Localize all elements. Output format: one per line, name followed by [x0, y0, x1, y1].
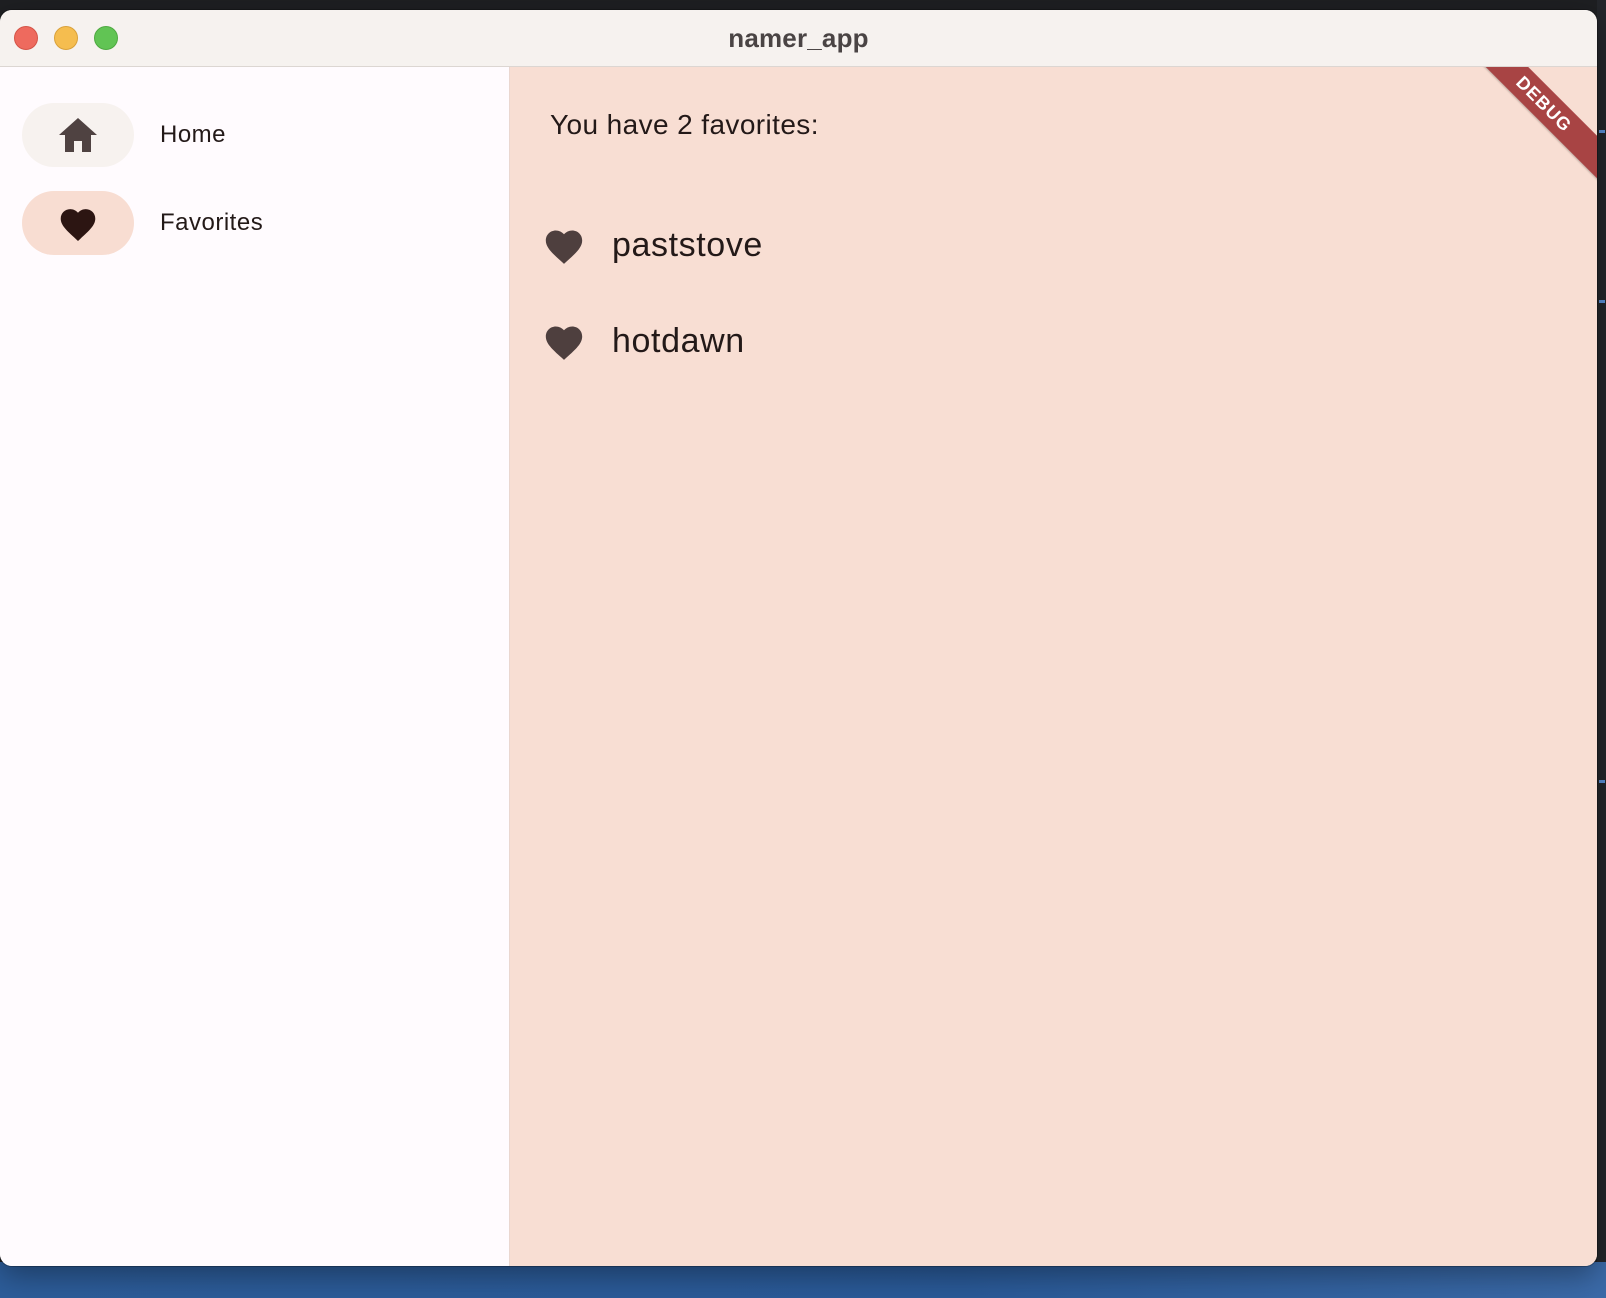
favorites-page: You have 2 favorites: paststove hotdawn — [510, 67, 1597, 1266]
favorite-list-item[interactable]: hotdawn — [542, 309, 763, 373]
nav-indicator-home — [22, 103, 134, 167]
home-icon — [59, 118, 97, 152]
heart-icon — [60, 209, 96, 241]
nav-label-home: Home — [160, 121, 227, 148]
favorite-list-item[interactable]: paststove — [542, 213, 763, 277]
maximize-window-button[interactable] — [94, 26, 118, 50]
heart-icon — [542, 321, 586, 361]
heart-icon — [542, 225, 586, 265]
nav-item-home[interactable]: Home — [22, 103, 226, 167]
close-window-button[interactable] — [14, 26, 38, 50]
backdrop-mark — [1599, 300, 1605, 303]
nav-item-favorites[interactable]: Favorites — [22, 191, 263, 255]
favorite-name: paststove — [612, 225, 763, 264]
app-window: namer_app Home Favorites You have 2 favo… — [0, 10, 1597, 1266]
window-controls — [14, 26, 118, 50]
favorite-name: hotdawn — [612, 321, 745, 360]
backdrop-mark — [1599, 780, 1605, 783]
desktop-backdrop-right — [1597, 0, 1606, 1298]
title-bar[interactable]: namer_app — [0, 10, 1597, 67]
window-title: namer_app — [728, 22, 869, 53]
navigation-rail: Home Favorites — [0, 67, 510, 1266]
desktop-backdrop-bottom — [0, 1262, 1606, 1298]
debug-banner: DEBUG — [1466, 67, 1597, 182]
minimize-window-button[interactable] — [54, 26, 78, 50]
favorites-count-text: You have 2 favorites: — [550, 109, 819, 140]
nav-indicator-favorites — [22, 191, 134, 255]
debug-banner-label: DEBUG — [1512, 71, 1577, 136]
nav-label-favorites: Favorites — [160, 209, 264, 236]
backdrop-mark — [1599, 130, 1605, 133]
favorites-list: paststove hotdawn — [542, 213, 763, 405]
